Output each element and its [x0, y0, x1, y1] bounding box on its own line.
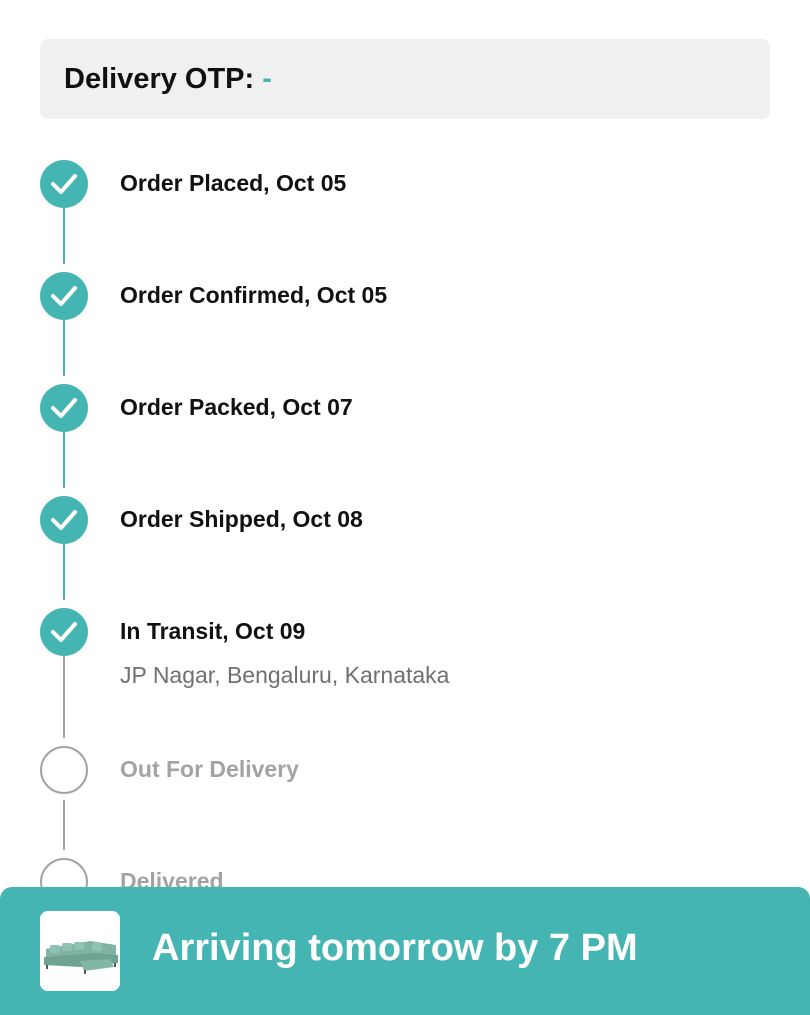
order-tracking-page: Delivery OTP: - Order Placed, Oct 05 Ord…	[0, 0, 810, 1015]
timeline-connector	[63, 800, 65, 850]
check-circle-icon	[40, 384, 88, 432]
check-circle-icon	[40, 272, 88, 320]
timeline-connector	[63, 320, 65, 376]
timeline-step-label: Order Placed, Oct 05	[120, 170, 347, 196]
timeline-step-order-packed: Order Packed, Oct 07	[40, 384, 780, 432]
timeline-step-label: In Transit, Oct 09	[120, 618, 306, 644]
timeline-connector	[63, 544, 65, 600]
timeline-step-label: Out For Delivery	[120, 756, 299, 782]
timeline-step-order-shipped: Order Shipped, Oct 08	[40, 496, 780, 544]
timeline-step-in-transit: In Transit, Oct 09 JP Nagar, Bengaluru, …	[40, 608, 780, 698]
timeline-step-out-for-delivery: Out For Delivery	[40, 746, 780, 794]
arrival-text: Arriving tomorrow by 7 PM	[152, 927, 638, 969]
check-circle-icon	[40, 608, 88, 656]
transit-location: JP Nagar, Bengaluru, Karnataka	[120, 662, 450, 688]
check-circle-icon	[40, 496, 88, 544]
timeline-step-label: Order Confirmed, Oct 05	[120, 282, 388, 308]
timeline-connector	[63, 432, 65, 488]
timeline-step-order-placed: Order Placed, Oct 05	[40, 160, 780, 208]
timeline-connector	[63, 208, 65, 264]
timeline-step-order-confirmed: Order Confirmed, Oct 05	[40, 272, 780, 320]
timeline-step-label: Order Packed, Oct 07	[120, 394, 353, 420]
arrival-banner[interactable]: Arriving tomorrow by 7 PM	[0, 887, 810, 1015]
empty-circle-icon	[40, 746, 88, 794]
timeline-step-label: Order Shipped, Oct 08	[120, 506, 363, 532]
order-status-timeline: Order Placed, Oct 05 Order Confirmed, Oc…	[0, 0, 810, 1015]
sofa-product-thumbnail	[40, 911, 120, 991]
check-circle-icon	[40, 160, 88, 208]
